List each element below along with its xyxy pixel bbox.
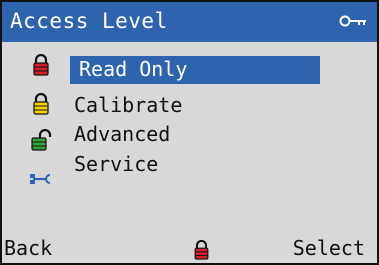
menu-item-read-only[interactable]: Read Only (2, 44, 377, 84)
menu-label-service: Service (74, 152, 159, 176)
title-bar: Access Level (2, 2, 377, 42)
menu-label-advanced: Advanced (74, 122, 171, 146)
select-button[interactable]: Select (293, 235, 365, 261)
key-icon (339, 13, 367, 29)
access-level-screen: Access Level Read Only Calibrate Advance… (0, 0, 379, 265)
page-title: Access Level (10, 9, 168, 33)
lock-closed-red-icon (194, 239, 209, 263)
lock-closed-red-icon (33, 53, 49, 80)
lock-closed-yellow-icon (33, 92, 49, 119)
back-button[interactable]: Back (4, 235, 52, 261)
wrench-icon (28, 170, 52, 189)
menu-item-advanced[interactable]: Advanced (2, 118, 377, 151)
menu-item-calibrate[interactable]: Calibrate (2, 86, 377, 119)
menu-label-calibrate: Calibrate (74, 93, 183, 117)
menu-label-read-only: Read Only (79, 57, 188, 81)
menu-item-service[interactable]: Service (2, 148, 377, 184)
